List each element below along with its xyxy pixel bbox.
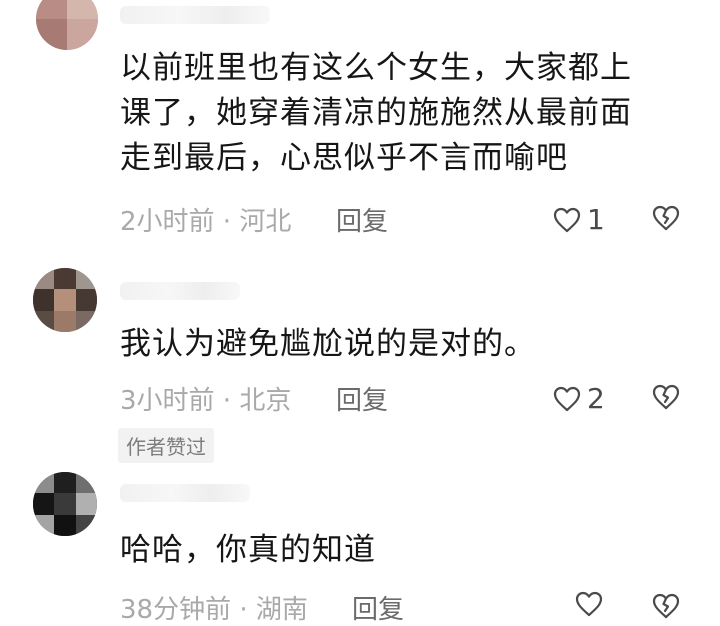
like-button[interactable]: 2: [553, 382, 605, 415]
avatar[interactable]: [33, 268, 97, 332]
comment-text: 哈哈，你真的知道: [120, 528, 376, 573]
like-button[interactable]: 1: [553, 203, 605, 236]
broken-heart-icon[interactable]: [651, 592, 681, 620]
reply-button[interactable]: 回复: [336, 380, 388, 417]
comment-meta: 3小时前 · 北京: [120, 386, 292, 416]
like-count: 1: [587, 203, 605, 236]
broken-heart-icon[interactable]: [651, 383, 681, 411]
avatar[interactable]: [36, 0, 98, 50]
comment-text-line: 哈哈，你真的知道: [120, 532, 376, 568]
comment-meta: 38分钟前 · 湖南: [120, 595, 308, 625]
author-liked-badge: 作者赞过: [118, 428, 214, 463]
heart-outline-icon: [553, 386, 581, 411]
avatar[interactable]: [33, 472, 97, 536]
username[interactable]: [120, 484, 250, 502]
reply-button[interactable]: 回复: [352, 589, 404, 626]
comment-text-line: 以前班里也有这么个女生，大家都上: [120, 50, 632, 86]
comment-meta: 2小时前 · 河北: [120, 207, 292, 237]
like-button[interactable]: [575, 591, 603, 617]
comment-text-line: 走到最后，心思似乎不言而喻吧: [120, 140, 568, 176]
comment-item: 哈哈，你真的知道 38分钟前 · 湖南 回复: [0, 460, 720, 626]
comment-item: 我认为避免尴尬说的是对的。 3小时前 · 北京 回复 2 作者赞过: [0, 250, 720, 463]
heart-outline-icon: [575, 591, 603, 617]
reply-button[interactable]: 回复: [336, 201, 388, 238]
comment-text: 以前班里也有这么个女生，大家都上 课了，她穿着清凉的施施然从最前面 走到最后，心…: [120, 46, 632, 181]
username[interactable]: [120, 282, 240, 300]
heart-outline-icon: [553, 207, 581, 232]
like-count: 2: [587, 382, 605, 415]
comment-text-line: 课了，她穿着清凉的施施然从最前面: [120, 95, 632, 131]
comment-item: 以前班里也有这么个女生，大家都上 课了，她穿着清凉的施施然从最前面 走到最后，心…: [0, 0, 720, 250]
username[interactable]: [120, 6, 270, 24]
comment-text: 我认为避免尴尬说的是对的。: [120, 322, 536, 367]
broken-heart-icon[interactable]: [651, 204, 681, 232]
comment-text-line: 我认为避免尴尬说的是对的。: [120, 326, 536, 362]
